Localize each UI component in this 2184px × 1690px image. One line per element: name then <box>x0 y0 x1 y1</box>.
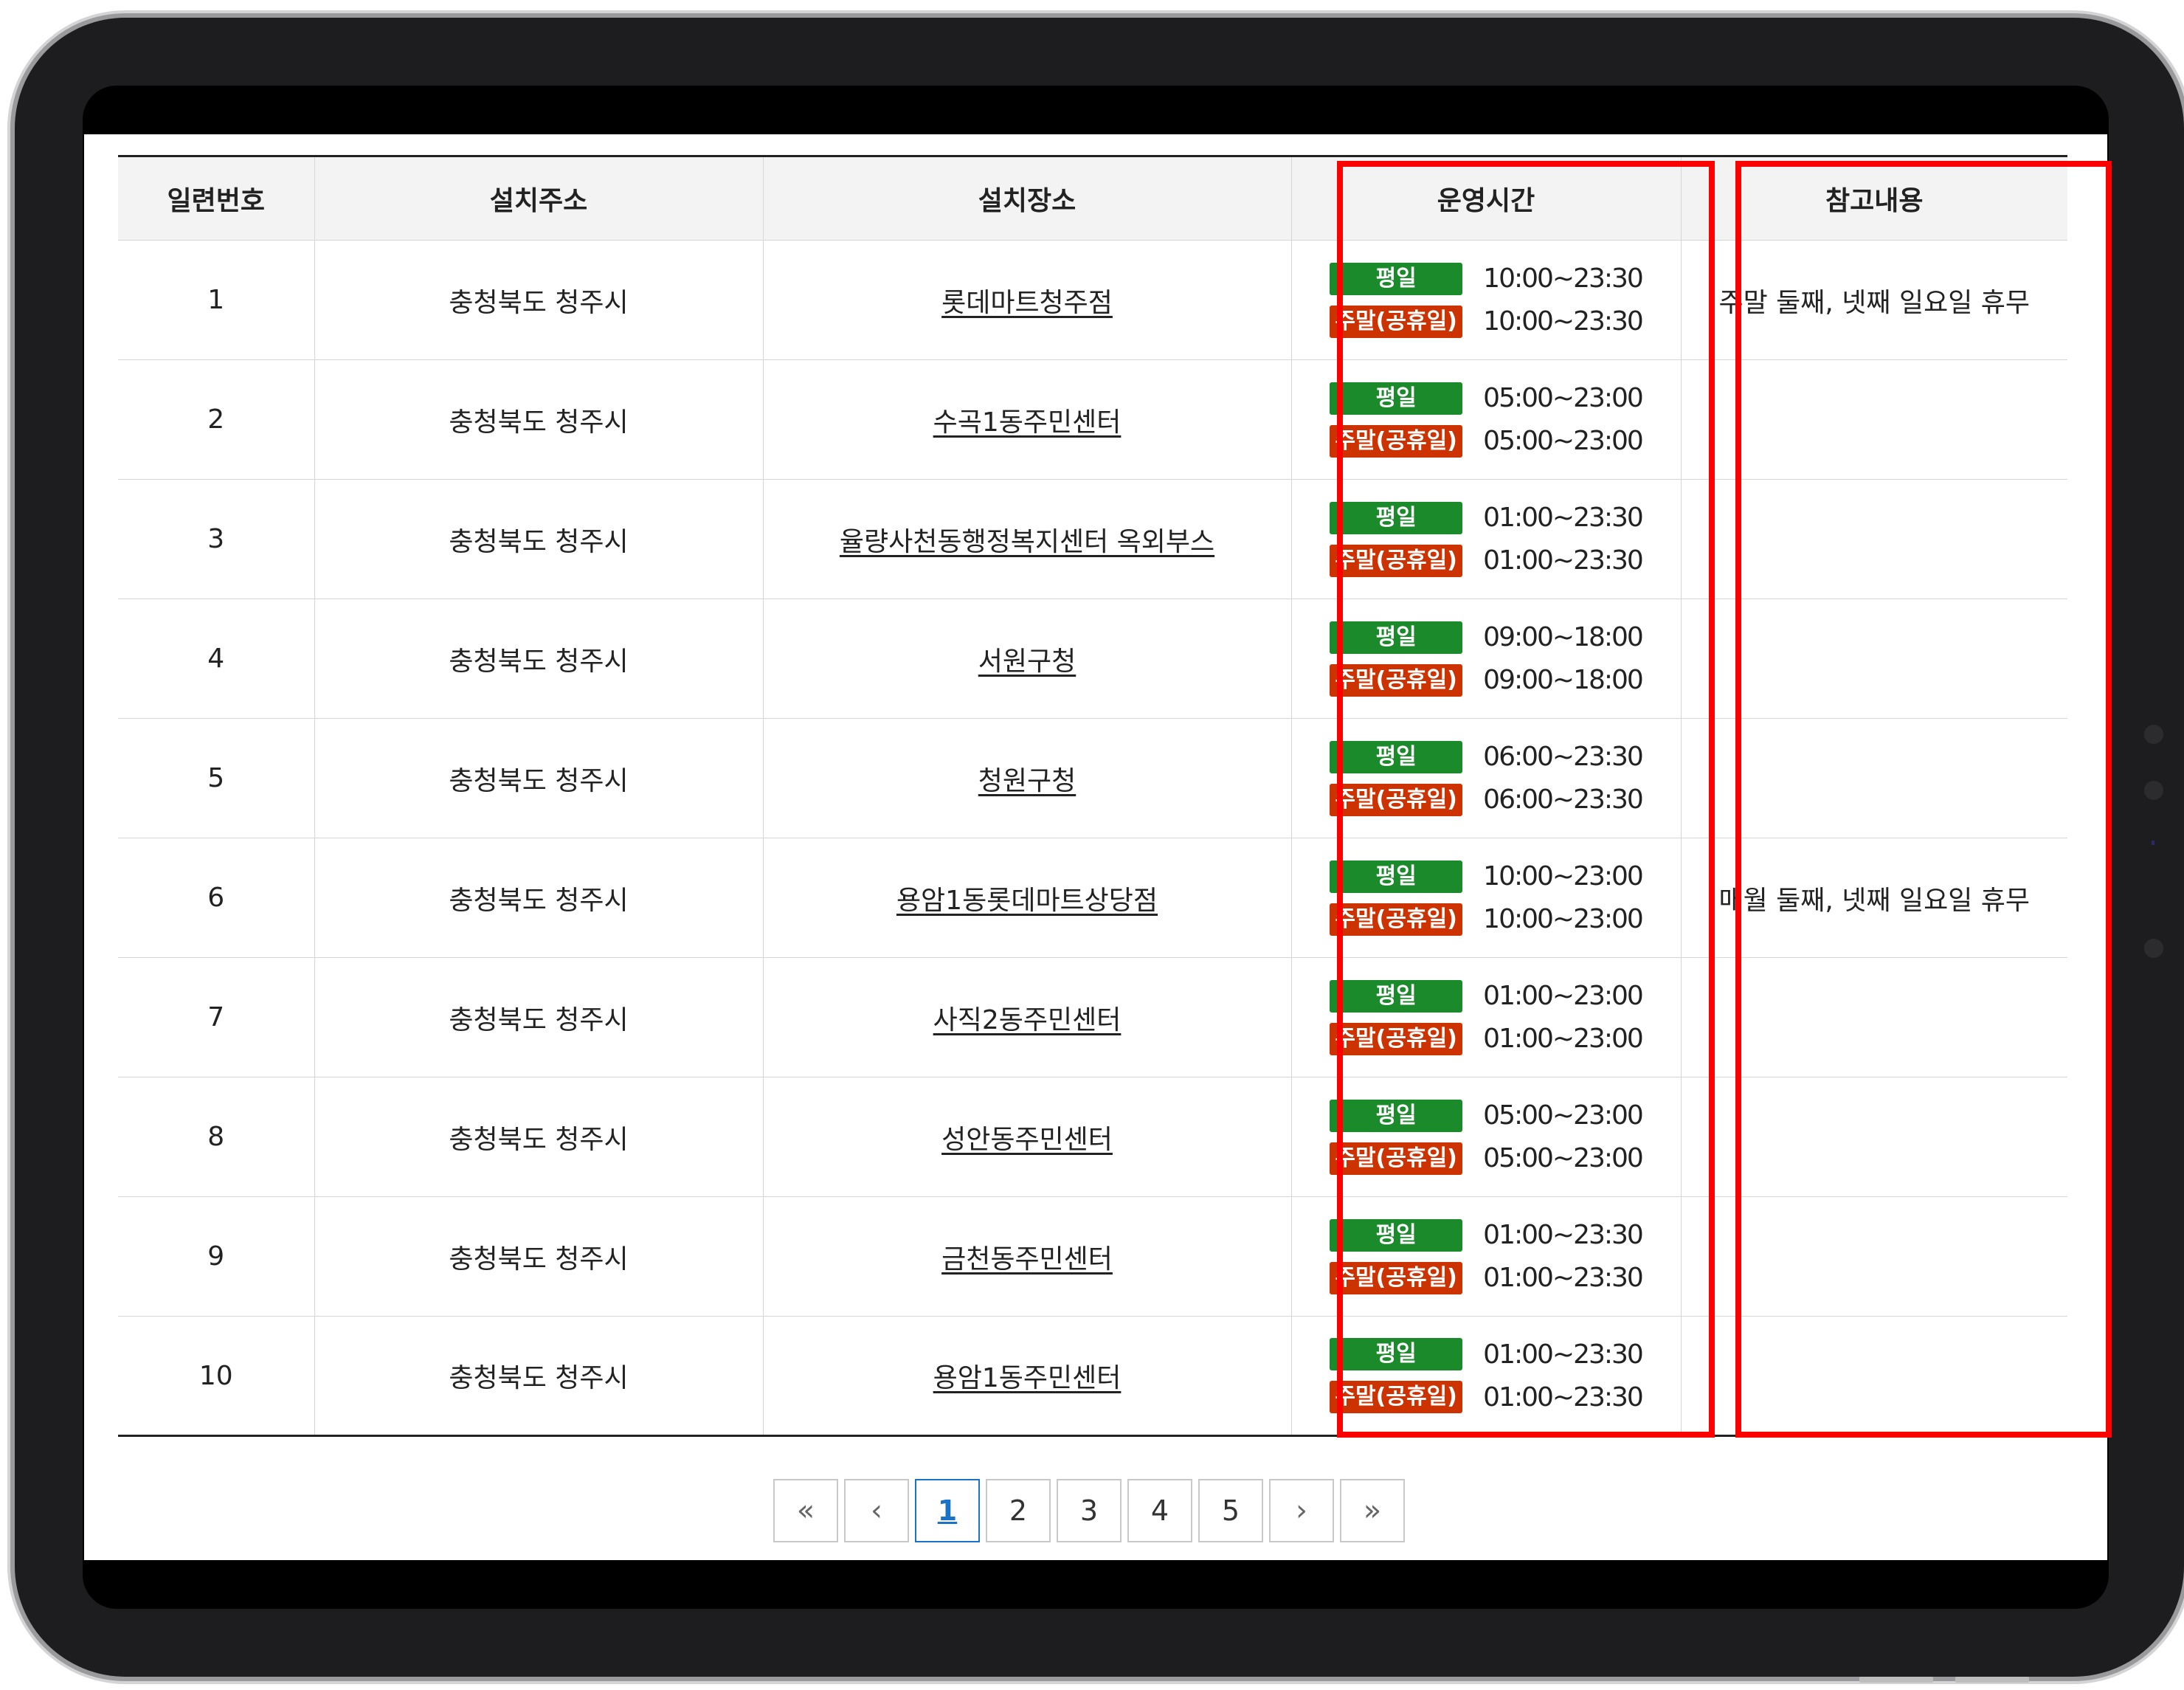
cell-place: 롯데마트청주점 <box>762 240 1291 360</box>
place-link[interactable]: 서원구청 <box>978 646 1076 677</box>
cell-address: 충청북도 청주시 <box>314 1316 763 1437</box>
next-page-button[interactable]: › <box>1269 1479 1334 1542</box>
volume-button <box>1859 1677 1933 1683</box>
last-page-button[interactable]: » <box>1340 1479 1405 1542</box>
cell-serial-number: 7 <box>118 957 314 1077</box>
cell-serial-number: 8 <box>118 1077 314 1197</box>
place-link[interactable]: 수곡1동주민센터 <box>933 407 1122 438</box>
cell-place: 수곡1동주민센터 <box>762 359 1291 480</box>
cell-address: 충청북도 청주시 <box>314 479 763 599</box>
place-link[interactable]: 금천동주민센터 <box>941 1244 1113 1275</box>
cell-address: 충청북도 청주시 <box>314 599 763 719</box>
note-highlight-box <box>1735 161 2112 1438</box>
page-button-5[interactable]: 5 <box>1198 1479 1263 1542</box>
cell-serial-number: 3 <box>118 479 314 599</box>
cell-place: 용암1동롯데마트상당점 <box>762 838 1291 958</box>
chevron-right-icon: › <box>1296 1494 1307 1528</box>
page-button-3[interactable]: 3 <box>1057 1479 1122 1542</box>
screen: 일련번호 설치주소 설치장소 운영시간 참고내용 1 충청북도 청주시 롯데마트… <box>84 134 2112 1560</box>
cell-address: 충청북도 청주시 <box>314 1077 763 1197</box>
first-page-button[interactable]: « <box>773 1479 838 1542</box>
double-chevron-right-icon: » <box>1363 1494 1382 1528</box>
cell-serial-number: 9 <box>118 1196 314 1317</box>
cell-place: 사직2동주민센터 <box>762 957 1291 1077</box>
cell-address: 충청북도 청주시 <box>314 957 763 1077</box>
page-button-2[interactable]: 2 <box>986 1479 1051 1542</box>
cell-serial-number: 10 <box>118 1316 314 1437</box>
place-link[interactable]: 롯데마트청주점 <box>941 288 1113 318</box>
place-link[interactable]: 청원구청 <box>978 766 1076 796</box>
header-address: 설치주소 <box>314 155 763 241</box>
cell-place: 서원구청 <box>762 599 1291 719</box>
header-serial-number: 일련번호 <box>118 155 314 241</box>
cell-address: 충청북도 청주시 <box>314 240 763 360</box>
cell-serial-number: 2 <box>118 359 314 480</box>
cell-place: 금천동주민센터 <box>762 1196 1291 1317</box>
header-place: 설치장소 <box>762 155 1291 241</box>
chevron-left-icon: ‹ <box>871 1494 882 1528</box>
cell-address: 충청북도 청주시 <box>314 718 763 838</box>
cell-serial-number: 5 <box>118 718 314 838</box>
double-chevron-left-icon: « <box>796 1494 815 1528</box>
side-button <box>2144 725 2163 744</box>
side-button <box>2144 781 2163 800</box>
cell-place: 청원구청 <box>762 718 1291 838</box>
prev-page-button[interactable]: ‹ <box>844 1479 909 1542</box>
side-button <box>2144 939 2163 958</box>
cell-place: 성안동주민센터 <box>762 1077 1291 1197</box>
page-button-4[interactable]: 4 <box>1127 1479 1192 1542</box>
cell-place: 용암1동주민센터 <box>762 1316 1291 1437</box>
indicator-dot <box>2152 841 2154 845</box>
place-link[interactable]: 사직2동주민센터 <box>933 1005 1122 1035</box>
place-link[interactable]: 용암1동주민센터 <box>933 1363 1122 1393</box>
page-button-1[interactable]: 1 <box>915 1479 980 1542</box>
cell-place: 율량사천동행정복지센터 옥외부스 <box>762 479 1291 599</box>
place-link[interactable]: 율량사천동행정복지센터 옥외부스 <box>840 527 1214 557</box>
pagination: « ‹ 1 2 3 4 5 › » <box>773 1479 1405 1542</box>
cell-address: 충청북도 청주시 <box>314 1196 763 1317</box>
volume-button <box>1955 1677 2029 1683</box>
cell-serial-number: 1 <box>118 240 314 360</box>
place-link[interactable]: 성안동주민센터 <box>941 1125 1113 1155</box>
hours-highlight-box <box>1337 161 1715 1438</box>
cell-serial-number: 4 <box>118 599 314 719</box>
cell-serial-number: 6 <box>118 838 314 958</box>
cell-address: 충청북도 청주시 <box>314 838 763 958</box>
cell-address: 충청북도 청주시 <box>314 359 763 480</box>
place-link[interactable]: 용암1동롯데마트상당점 <box>896 886 1158 916</box>
